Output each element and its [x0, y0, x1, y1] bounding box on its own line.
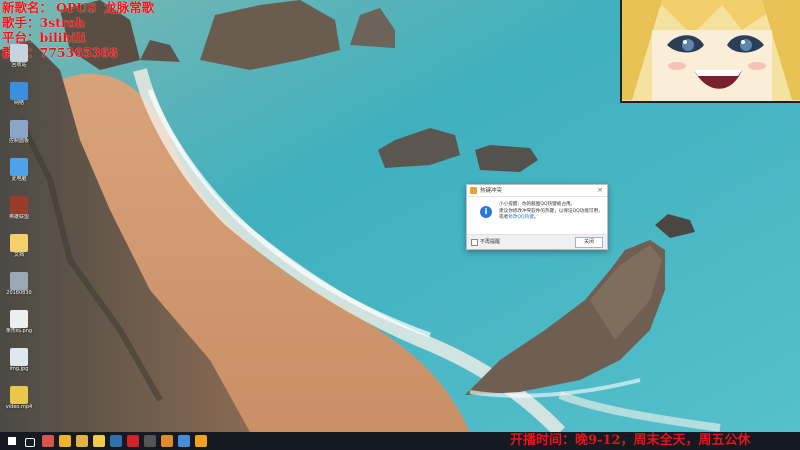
desktop-icon-label: 网络 [13, 100, 24, 106]
desktop-icon[interactable]: 回收站 [2, 44, 36, 68]
desktop-icon-label: video.mp4 [5, 404, 33, 410]
chrome-icon[interactable] [76, 435, 88, 447]
desktop-icon[interactable]: 英雄联盟 [2, 196, 36, 220]
app2-icon[interactable] [59, 435, 71, 447]
desktop-file-icon [10, 348, 28, 366]
dialog-message-end: 。 [533, 215, 539, 221]
desktop-icon[interactable]: 条形码.png [2, 310, 36, 334]
explorer-icon[interactable] [93, 435, 105, 447]
app1-icon[interactable] [42, 435, 54, 447]
desktop-icon[interactable]: 控制面板 [2, 120, 36, 144]
dont-remind-label[interactable]: 不再提醒 [480, 238, 500, 245]
desktop-icon-label: img.jpg [9, 366, 29, 372]
dialog-close-icon[interactable]: × [597, 185, 603, 195]
schedule-ticker: 开播时间：晚9-12，周末全天，周五公休 [510, 433, 751, 448]
desktop-icon[interactable]: 文档 [2, 234, 36, 258]
netease-icon[interactable] [127, 435, 139, 447]
desktop-icon-label: 控制面板 [8, 138, 29, 144]
desktop-icon-label: 英雄联盟 [8, 214, 29, 220]
dialog-title: 热键冲突 [480, 188, 503, 194]
overlay-line-platform: 平台：bilibili [2, 30, 86, 45]
desktop-file-icon [10, 120, 28, 138]
overlay-song-subtitle: 龙脉常歌 [104, 0, 155, 15]
app3-icon[interactable] [161, 435, 173, 447]
desktop-file-icon [10, 234, 28, 252]
info-icon: i [480, 206, 492, 218]
steam-icon[interactable] [110, 435, 122, 447]
dialog-titlebar[interactable]: 热键冲突 × [467, 185, 607, 197]
app4-icon[interactable] [178, 435, 190, 447]
desktop-icon[interactable]: 20180830 [2, 272, 36, 296]
desktop-icon-label: 文档 [13, 252, 24, 258]
desktop-file-icon [10, 310, 28, 328]
desktop-file-icon [10, 158, 28, 176]
overlay-song-name: OPUS [56, 0, 97, 15]
desktop-file-icon [10, 386, 28, 404]
task-view-icon[interactable] [25, 438, 35, 447]
desktop-file-icon [10, 82, 28, 100]
desktop-icon[interactable]: video.mp4 [2, 386, 36, 410]
overlay-line-singer: 歌手：3stroh [2, 15, 86, 30]
streamer-avatar-cam [620, 0, 800, 103]
dont-remind-checkbox[interactable] [471, 239, 478, 246]
desktop-file-icon [10, 272, 28, 290]
overlay-line-song: 新歌名： OPUS 龙脉常歌 [2, 0, 158, 15]
overlay-song-label: 新歌名： [2, 0, 53, 15]
dialog-message: 小小提醒：你的截图QQ热键被占用。 建议你修改冲突软件的热键，以保证QQ功能可用… [499, 202, 603, 222]
dialog-footer: 不再提醒 关闭 [467, 234, 607, 249]
anime-face-image [622, 0, 800, 101]
desktop-icon[interactable]: 网络 [2, 82, 36, 106]
desktop-icon-label: 条形码.png [5, 328, 33, 334]
qq-icon[interactable] [195, 435, 207, 447]
qq-app-icon [470, 187, 477, 194]
desktop-icon-label: 20180830 [6, 290, 32, 296]
desktop-file-icon [10, 44, 28, 62]
close-button[interactable]: 关闭 [575, 237, 603, 248]
desktop-icon-label: 此电脑 [11, 176, 27, 182]
obs-icon[interactable] [144, 435, 156, 447]
desktop-icon-label: 回收站 [11, 62, 27, 68]
desktop-icon[interactable]: 此电脑 [2, 158, 36, 182]
start-icon[interactable] [8, 437, 16, 445]
desktop-icon[interactable]: img.jpg [2, 348, 36, 372]
hotkey-conflict-dialog: 热键冲突 × i 小小提醒：你的截图QQ热键被占用。 建议你修改冲突软件的热键，… [466, 184, 608, 250]
dialog-message-line1: 小小提醒：你的截图QQ热键被占用。 [499, 202, 576, 207]
desktop-file-icon [10, 196, 28, 214]
modify-hotkey-link[interactable]: 修改QQ热键 [508, 215, 534, 220]
